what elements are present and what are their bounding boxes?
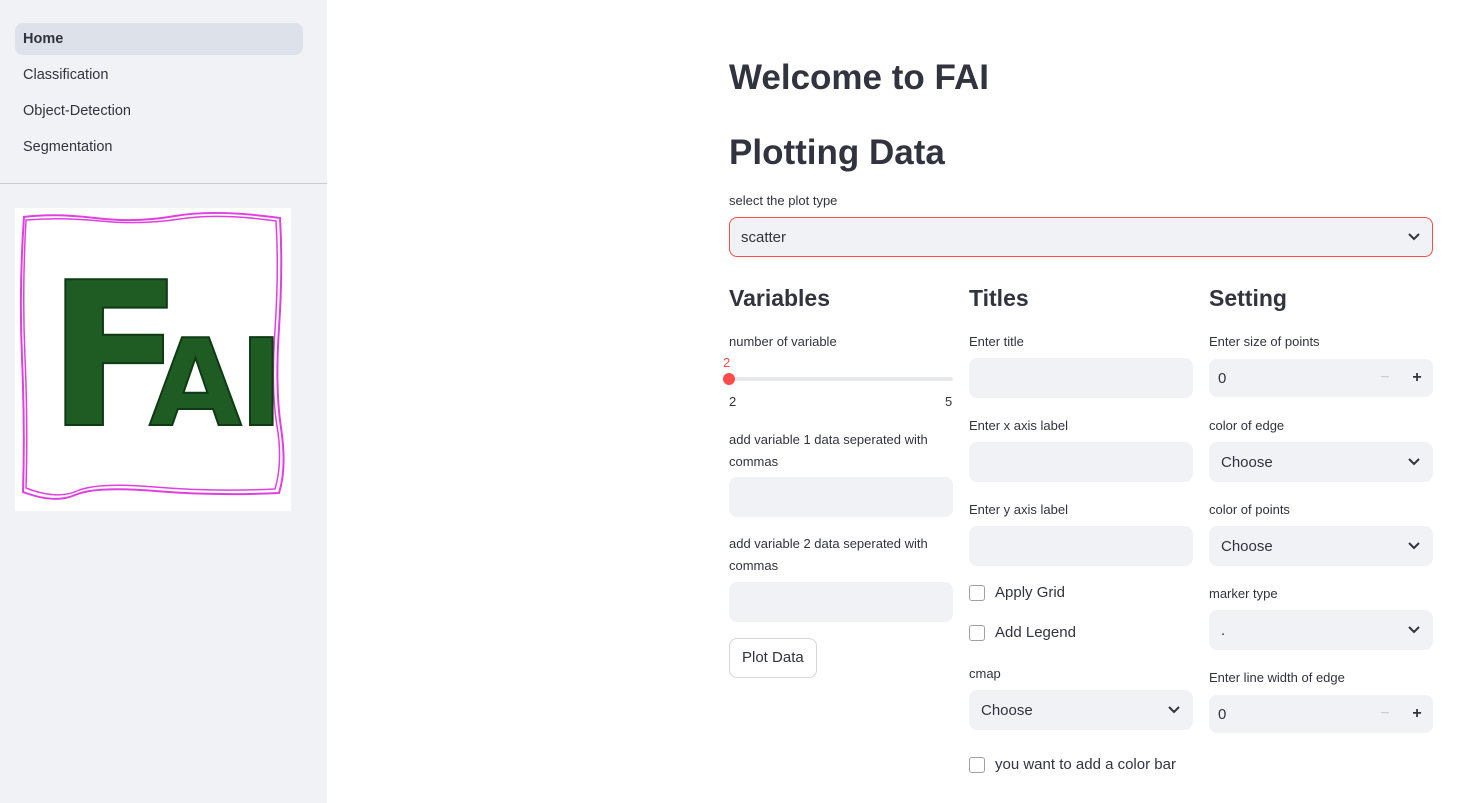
plot-type-value: scatter [741,228,787,246]
slider-value: 2 [723,355,731,370]
chevron-down-icon [1407,539,1421,553]
colorbar-checkbox[interactable]: you want to add a color bar [969,756,1176,773]
size-value[interactable]: 0 [1209,370,1369,387]
point-color-label: color of points [1209,502,1290,517]
cmap-label: cmap [969,666,1001,681]
fai-logo: F A I [15,208,291,511]
cmap-value: Choose [981,701,1033,719]
var1-input[interactable] [729,477,953,517]
yaxis-input[interactable] [969,526,1193,566]
point-color-select[interactable]: Choose [1209,526,1433,566]
nav-item-home[interactable]: Home [15,23,303,55]
checkbox-icon [969,624,985,641]
colorbar-label: you want to add a color bar [995,756,1176,773]
svg-text:A: A [149,315,242,454]
linewidth-value[interactable]: 0 [1209,706,1369,723]
chevron-down-icon [1407,230,1421,244]
var1-label: add variable 1 data seperated with comma… [729,432,928,469]
marker-value: . [1221,621,1226,639]
svg-text:I: I [239,315,284,454]
add-legend-label: Add Legend [995,624,1076,641]
xaxis-input[interactable] [969,442,1193,482]
checkbox-icon [969,584,985,601]
var2-input[interactable] [729,582,953,622]
sidebar-nav: Home Classification Object-Detection Seg… [15,23,303,167]
num-variable-label: number of variable [729,334,837,349]
chevron-down-icon [1407,455,1421,469]
slider-track[interactable] [729,377,953,381]
welcome-title: Welcome to FAI [729,58,989,97]
cmap-select[interactable]: Choose [969,690,1193,730]
marker-label: marker type [1209,586,1278,601]
setting-heading: Setting [1209,285,1287,311]
increment-button[interactable]: + [1401,705,1433,723]
plotting-data-title: Plotting Data [729,133,945,172]
plot-type-select[interactable]: scatter [729,217,1433,257]
nav-item-object-detection[interactable]: Object-Detection [15,95,303,127]
xaxis-label: Enter x axis label [969,418,1068,433]
chevron-down-icon [1167,703,1181,717]
titles-heading: Titles [969,285,1029,311]
yaxis-label: Enter y axis label [969,502,1068,517]
nav-item-classification[interactable]: Classification [15,59,303,91]
size-number-input[interactable]: 0 − + [1209,359,1433,397]
edge-color-value: Choose [1221,453,1273,471]
apply-grid-checkbox[interactable]: Apply Grid [969,584,1065,601]
decrement-button[interactable]: − [1369,369,1401,387]
title-label: Enter title [969,334,1024,349]
title-input[interactable] [969,358,1193,398]
marker-select[interactable]: . [1209,610,1433,650]
linewidth-number-input[interactable]: 0 − + [1209,695,1433,733]
var2-label: add variable 2 data seperated with comma… [729,536,928,573]
variables-heading: Variables [729,285,831,311]
slider-thumb[interactable] [723,373,735,385]
edge-color-select[interactable]: Choose [1209,442,1433,482]
sidebar-divider [0,183,327,184]
size-label: Enter size of points [1209,334,1320,349]
chevron-down-icon [1407,623,1421,637]
linewidth-label: Enter line width of edge [1209,670,1345,685]
decrement-button[interactable]: − [1369,705,1401,723]
apply-grid-label: Apply Grid [995,584,1066,601]
checkbox-icon [969,756,985,773]
slider-max: 5 [945,394,953,409]
nav-item-segmentation[interactable]: Segmentation [15,131,303,163]
add-legend-checkbox[interactable]: Add Legend [969,624,1076,641]
sidebar: Home Classification Object-Detection Seg… [0,0,327,803]
increment-button[interactable]: + [1401,369,1433,387]
slider-min: 2 [729,394,737,409]
edge-color-label: color of edge [1209,418,1285,433]
point-color-value: Choose [1221,537,1273,555]
plot-type-label: select the plot type [729,193,838,208]
plot-data-button[interactable]: Plot Data [729,638,817,678]
